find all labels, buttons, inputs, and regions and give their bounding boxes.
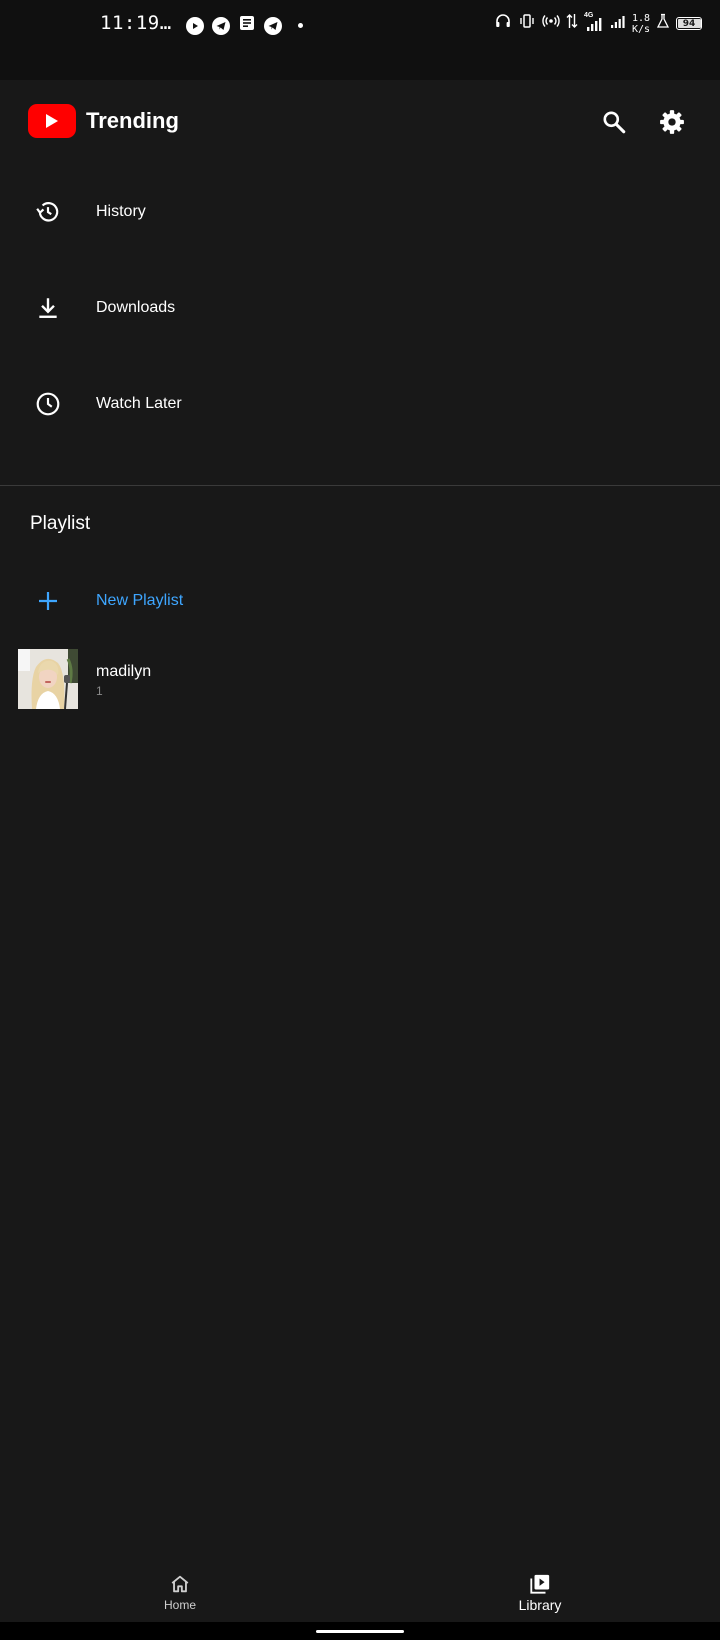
- network-speed-unit: K/s: [631, 23, 650, 35]
- app-screen: 11:19… 4G 1.8 K/s 94 Trending History Do…: [0, 0, 720, 1640]
- system-icons: 4G 1.8 K/s 94: [494, 12, 702, 35]
- vibrate-icon: [518, 12, 536, 35]
- signal-icon: [610, 12, 626, 35]
- play-notification-icon: [186, 16, 204, 35]
- telegram-icon: [212, 16, 230, 35]
- youtube-logo-icon: [28, 104, 76, 138]
- notification-icons: [186, 14, 303, 37]
- menu-item-label: Downloads: [96, 299, 176, 316]
- gear-icon: [660, 110, 684, 134]
- page-title: Trending: [86, 108, 179, 133]
- home-icon: [168, 1572, 192, 1596]
- playlist-count: 1: [96, 684, 103, 698]
- menu-item-history[interactable]: History: [0, 164, 720, 260]
- playlist-section-title: Playlist: [30, 513, 91, 534]
- battery-icon: 94: [676, 17, 702, 30]
- menu-item-label: History: [96, 203, 146, 220]
- settings-button[interactable]: [650, 100, 694, 144]
- search-button[interactable]: [592, 100, 636, 144]
- menu-item-watch-later[interactable]: Watch Later: [0, 356, 720, 452]
- battery-level: 94: [682, 18, 696, 29]
- nav-home-label: Home: [163, 1598, 196, 1612]
- playlist-name: madilyn: [96, 663, 152, 680]
- menu-item-label: Watch Later: [96, 395, 182, 412]
- signal-4g-icon: 4G: [584, 12, 604, 33]
- new-playlist-button[interactable]: New Playlist: [0, 553, 720, 649]
- gesture-navigation-area: [0, 1622, 720, 1640]
- telegram-icon-2: [264, 16, 282, 35]
- download-icon: [34, 294, 62, 322]
- bottom-navigation: Home Library: [0, 1560, 720, 1622]
- library-icon: [528, 1572, 552, 1596]
- nav-library[interactable]: Library: [480, 1560, 600, 1622]
- clock-icon: [34, 390, 62, 418]
- hotspot-icon: [542, 12, 560, 35]
- new-playlist-label: New Playlist: [96, 592, 184, 609]
- status-time: 11:19…: [100, 12, 172, 34]
- status-bar: 11:19… 4G 1.8 K/s 94: [0, 0, 720, 80]
- nav-home[interactable]: Home: [120, 1560, 240, 1622]
- playlist-item[interactable]: madilyn 1: [0, 648, 720, 712]
- data-transfer-icon: [566, 12, 578, 35]
- nav-library-label: Library: [518, 1597, 562, 1613]
- gesture-handle[interactable]: [316, 1630, 404, 1633]
- lab-flask-icon: [656, 13, 670, 34]
- search-icon: [603, 111, 626, 134]
- plus-icon: [34, 587, 62, 615]
- news-icon: [238, 14, 256, 37]
- headphones-icon: [494, 12, 512, 35]
- more-notifications-dot: [298, 23, 303, 28]
- menu-item-downloads[interactable]: Downloads: [0, 260, 720, 356]
- history-icon: [34, 198, 62, 226]
- section-divider: [0, 485, 720, 486]
- app-bar: Trending: [0, 80, 720, 164]
- playlist-thumbnail: [18, 649, 78, 709]
- network-speed: 1.8 K/s: [632, 13, 650, 35]
- network-speed-value: 1.8: [631, 12, 650, 24]
